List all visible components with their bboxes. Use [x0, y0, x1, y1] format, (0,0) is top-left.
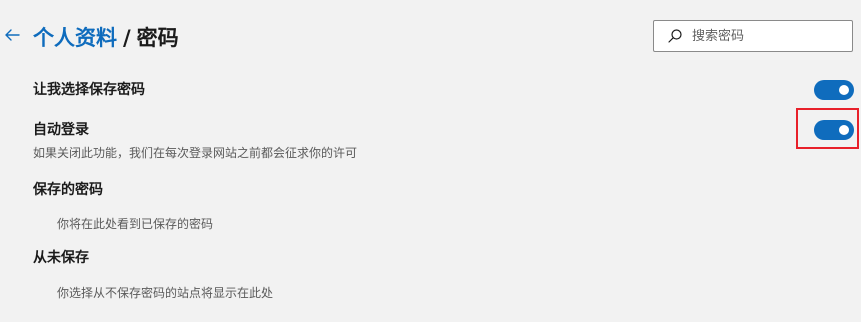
saved-passwords-heading: 保存的密码: [33, 182, 103, 198]
search-box[interactable]: [653, 20, 853, 52]
breadcrumb-profile-link[interactable]: 个人资料: [33, 26, 117, 50]
highlight-annotation: [796, 108, 859, 149]
passwords-settings-page: 个人资料/密码 让我选择保存密码 自动登录 如果关闭此功能，我们在每次登录网站之…: [0, 0, 861, 322]
breadcrumb-separator: /: [123, 26, 131, 50]
arrow-left-icon[interactable]: [3, 26, 21, 44]
offer-to-save-label: 让我选择保存密码: [33, 82, 145, 98]
page-title: 个人资料 / 密码: [33, 24, 179, 52]
never-saved-empty-text: 你选择从不保存密码的站点将显示在此处: [57, 286, 274, 300]
search-passwords-input[interactable]: [692, 22, 842, 50]
saved-passwords-empty-text: 你将在此处看到已保存的密码: [57, 217, 214, 231]
toggle-knob: [839, 85, 849, 95]
breadcrumb-current: 密码: [136, 26, 179, 50]
search-icon: [668, 29, 682, 43]
offer-to-save-toggle[interactable]: [814, 80, 854, 100]
auto-sign-in-label: 自动登录: [33, 122, 89, 138]
auto-sign-in-description: 如果关闭此功能，我们在每次登录网站之前都会征求你的许可: [33, 146, 358, 160]
never-saved-heading: 从未保存: [33, 250, 89, 266]
